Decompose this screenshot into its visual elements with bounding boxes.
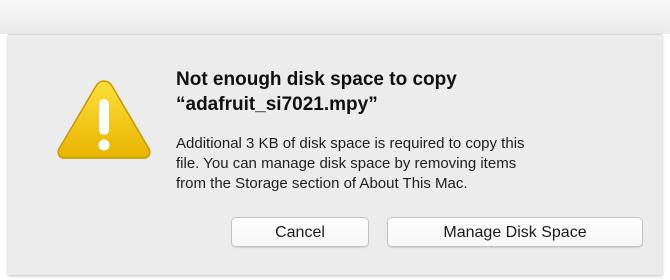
alert-title: Not enough disk space to copy “adafruit_… bbox=[176, 67, 646, 117]
alert-message-line: file. You can manage disk space by remov… bbox=[176, 155, 517, 172]
manage-disk-space-button[interactable]: Manage Disk Space bbox=[387, 217, 643, 247]
alert-dialog: Not enough disk space to copy “adafruit_… bbox=[8, 34, 662, 275]
alert-title-line: Not enough disk space to copy bbox=[176, 69, 457, 90]
alert-title-line: “adafruit_si7021.mpy” bbox=[176, 94, 378, 115]
cancel-button[interactable]: Cancel bbox=[231, 217, 369, 247]
warning-icon bbox=[57, 80, 151, 159]
alert-message: Additional 3 KB of disk space is require… bbox=[176, 134, 646, 194]
alert-message-line: from the Storage section of About This M… bbox=[176, 175, 468, 192]
alert-message-line: Additional 3 KB of disk space is require… bbox=[176, 135, 525, 152]
window-titlebar bbox=[0, 0, 670, 34]
